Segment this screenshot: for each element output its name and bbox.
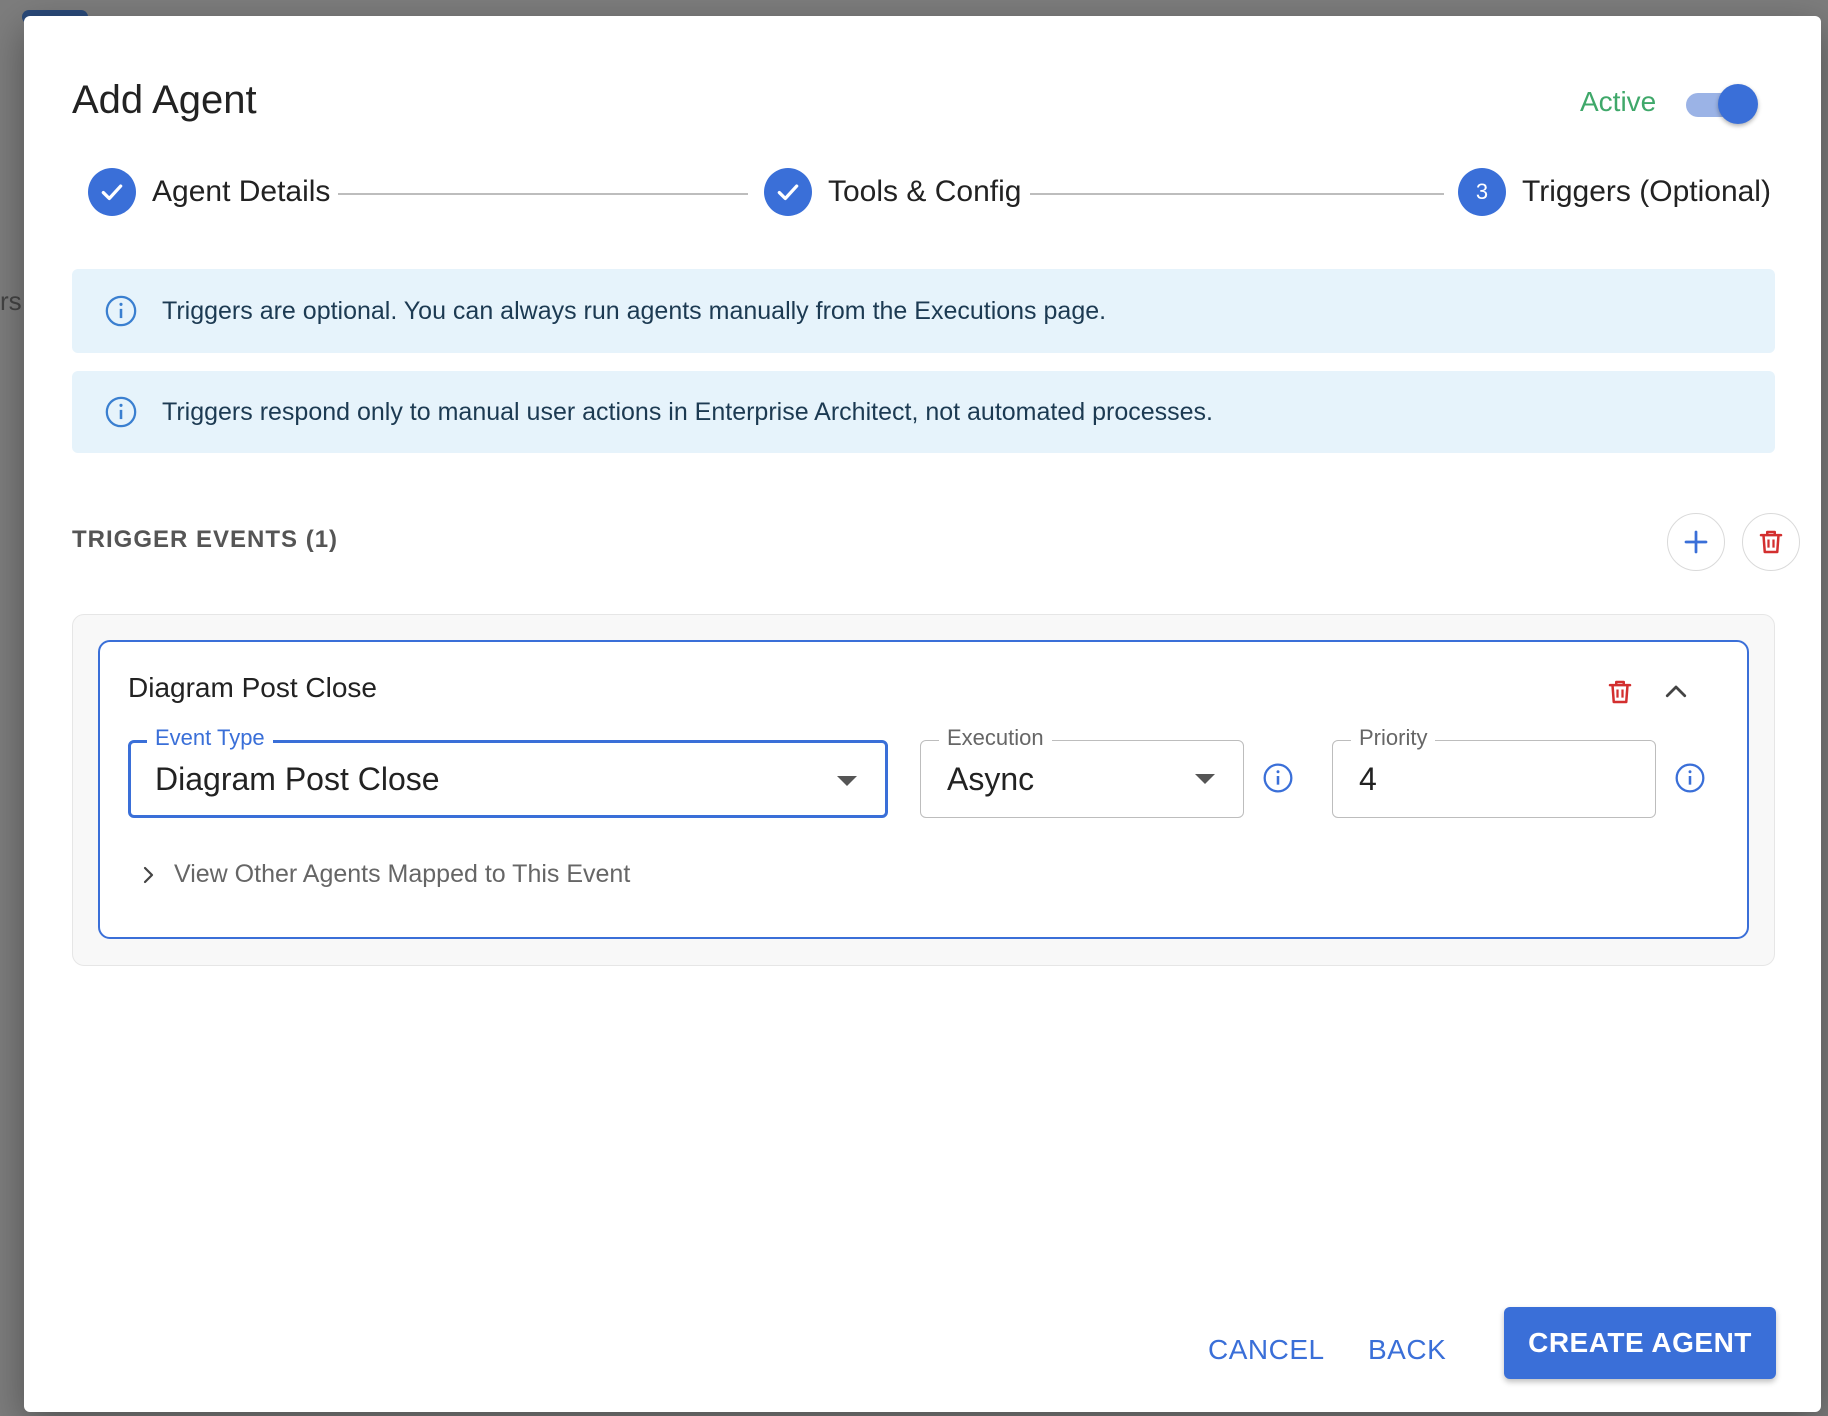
add-trigger-button[interactable] <box>1667 513 1725 571</box>
priority-value: 4 <box>1359 761 1377 797</box>
event-type-value: Diagram Post Close <box>155 761 440 797</box>
check-icon <box>88 168 136 216</box>
event-type-select[interactable]: Event Type Diagram Post Close <box>128 725 888 818</box>
active-label: Active <box>1580 86 1657 117</box>
priority-input[interactable]: Priority 4 <box>1332 725 1656 818</box>
step-label: Agent Details <box>152 175 331 208</box>
step-agent-details[interactable]: Agent Details <box>88 168 330 216</box>
execution-label: Execution <box>939 725 1052 751</box>
chevron-up-icon <box>1665 685 1687 698</box>
background-text-fragment: rs <box>0 286 22 316</box>
execution-select[interactable]: Execution Async <box>920 725 1244 818</box>
execution-info-button[interactable] <box>1260 760 1296 796</box>
cancel-button[interactable]: CANCEL <box>1194 1322 1339 1378</box>
alert-text: Triggers are optional. You can always ru… <box>162 296 1107 325</box>
alert-text: Triggers respond only to manual user act… <box>162 397 1214 426</box>
priority-label: Priority <box>1351 725 1436 751</box>
execution-value: Async <box>947 761 1035 797</box>
info-icon <box>105 295 137 327</box>
trigger-card: Diagram Post Close Event Type Diagram Po… <box>98 640 1749 939</box>
trash-icon <box>1608 680 1632 704</box>
info-icon <box>105 396 137 428</box>
priority-info-button[interactable] <box>1672 760 1708 796</box>
expander-label: View Other Agents Mapped to This Event <box>174 860 631 888</box>
check-icon <box>764 168 812 216</box>
dropdown-arrow-icon <box>1195 774 1215 784</box>
dropdown-arrow-icon <box>837 776 857 786</box>
create-agent-button[interactable]: CREATE AGENT <box>1504 1307 1776 1379</box>
dialog-title: Add Agent <box>72 78 257 122</box>
event-type-label: Event Type <box>147 725 273 751</box>
info-icon <box>1263 763 1293 793</box>
chevron-right-icon <box>143 866 154 883</box>
collapse-trigger-button[interactable] <box>1656 672 1696 712</box>
trash-icon <box>1759 530 1783 554</box>
step-connector <box>338 193 748 195</box>
step-label: Tools & Config <box>828 175 1022 208</box>
trigger-card-title: Diagram Post Close <box>128 672 377 703</box>
step-triggers[interactable]: 3 Triggers (Optional) <box>1458 168 1771 216</box>
info-alert-manual: Triggers respond only to manual user act… <box>72 371 1775 453</box>
toggle-thumb <box>1718 84 1758 124</box>
back-button[interactable]: BACK <box>1354 1322 1460 1378</box>
step-connector <box>1030 193 1444 195</box>
step-number: 3 <box>1458 168 1506 216</box>
step-label: Triggers (Optional) <box>1522 175 1771 208</box>
trigger-events-title: TRIGGER EVENTS (1) <box>72 526 339 553</box>
info-alert-optional: Triggers are optional. You can always ru… <box>72 269 1775 353</box>
active-toggle[interactable] <box>1684 82 1760 124</box>
plus-icon <box>1684 530 1708 554</box>
delete-trigger-button[interactable] <box>1600 672 1640 712</box>
add-agent-dialog: Add Agent Active Agent Details Tools & C… <box>24 16 1821 1412</box>
delete-all-triggers-button[interactable] <box>1742 513 1800 571</box>
step-tools-config[interactable]: Tools & Config <box>764 168 1021 216</box>
view-other-agents-expander[interactable]: View Other Agents Mapped to This Event <box>136 860 630 889</box>
info-icon <box>1675 763 1705 793</box>
